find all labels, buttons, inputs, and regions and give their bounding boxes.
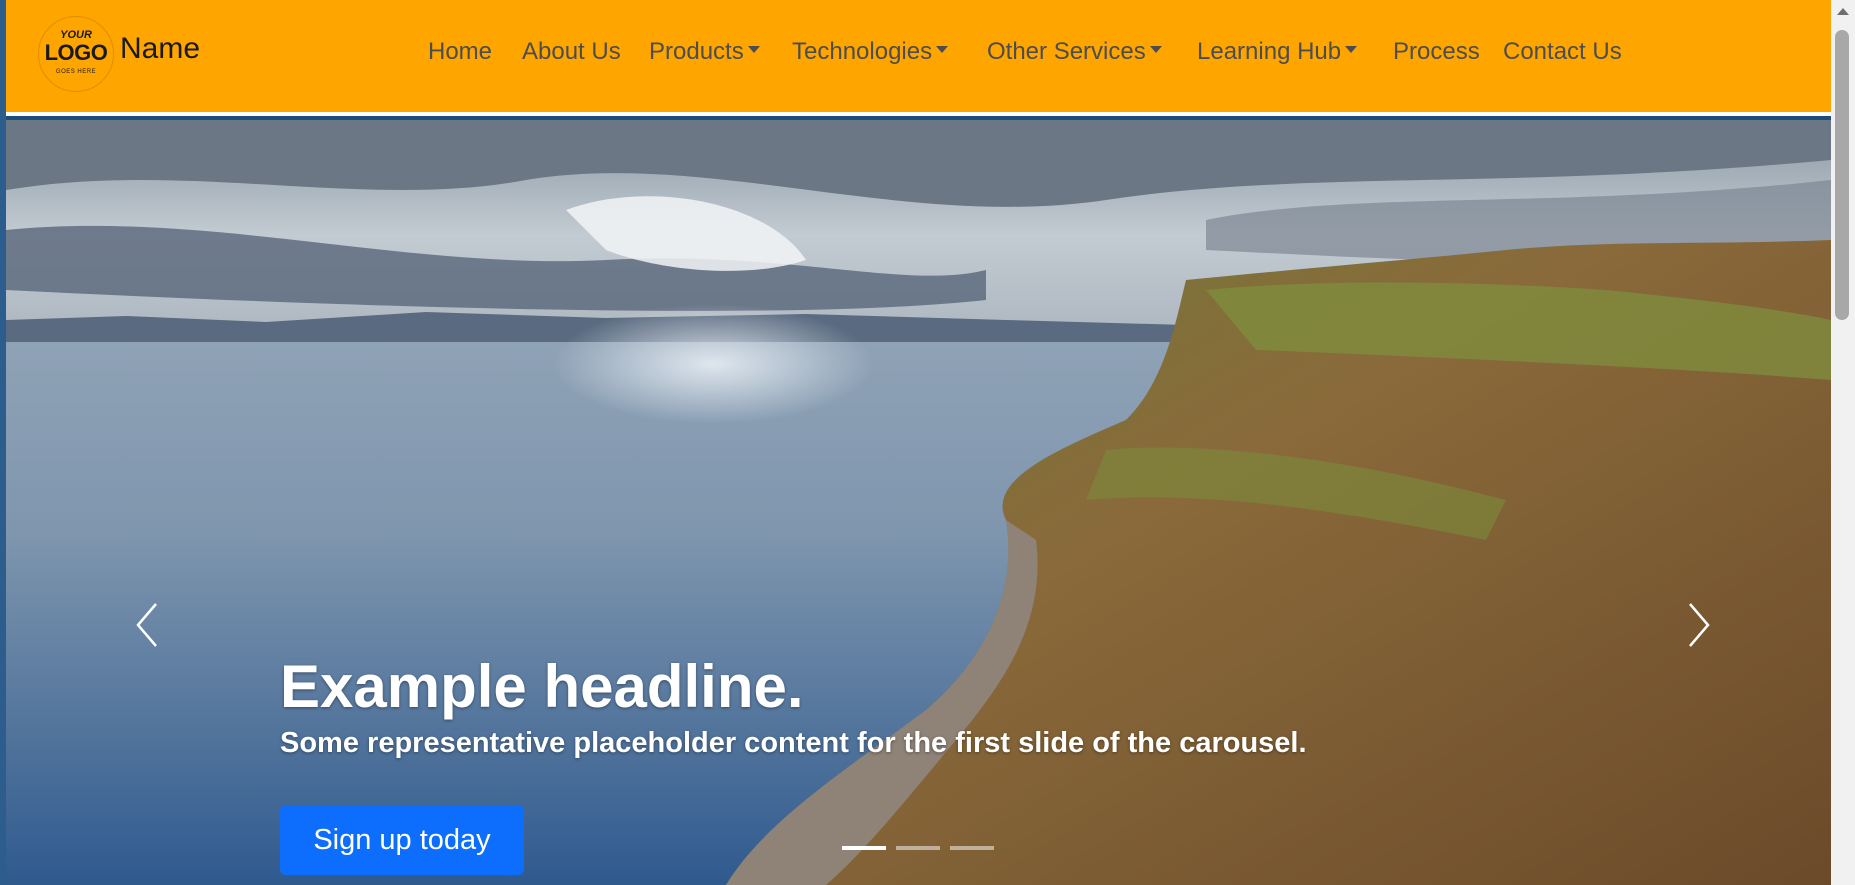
carousel-indicator-3[interactable] [950, 846, 994, 850]
carousel-next-button[interactable] [1678, 600, 1718, 650]
nav-process[interactable]: Process [1393, 38, 1480, 66]
chevron-down-icon [936, 46, 949, 54]
nav-contact-us-label: Contact Us [1503, 38, 1622, 65]
sign-up-button[interactable]: Sign up today [280, 805, 524, 875]
nav-process-label: Process [1393, 38, 1480, 65]
chevron-left-icon [136, 603, 157, 647]
nav-products[interactable]: Products [649, 38, 760, 66]
hero-carousel: Example headline. Some representative pl… [6, 120, 1831, 885]
carousel-caption: Example headline. Some representative pl… [280, 650, 1307, 875]
logo-text-bottom: GOES HERE [55, 69, 97, 75]
logo-text-main: LOGO [44, 40, 108, 65]
chevron-right-icon [1689, 603, 1710, 647]
carousel-subtext: Some representative placeholder content … [280, 727, 1307, 759]
nav-contact-us[interactable]: Contact Us [1503, 38, 1622, 66]
carousel-indicator-1[interactable] [842, 846, 886, 850]
brand-logo[interactable]: YOUR LOGO GOES HERE [38, 16, 114, 92]
page: YOUR LOGO GOES HERE Name Home About Us P… [0, 0, 1855, 885]
nav-other-services-label: Other Services [987, 38, 1146, 65]
nav-learning-hub-label: Learning Hub [1197, 38, 1342, 65]
chevron-down-icon [1149, 46, 1162, 54]
nav-about-us[interactable]: About Us [522, 38, 621, 66]
scrollbar-thumb[interactable] [1835, 30, 1849, 320]
nav-home[interactable]: Home [428, 38, 492, 66]
navbar: YOUR LOGO GOES HERE Name Home About Us P… [6, 0, 1831, 116]
carousel-headline: Example headline. [280, 653, 804, 720]
nav-about-us-label: About Us [522, 38, 621, 65]
chevron-down-icon [747, 46, 760, 54]
nav-home-label: Home [428, 38, 493, 65]
nav-other-services[interactable]: Other Services [987, 38, 1162, 66]
nav-technologies-label: Technologies [792, 38, 933, 65]
nav-products-label: Products [649, 38, 744, 65]
nav-learning-hub[interactable]: Learning Hub [1197, 38, 1358, 66]
carousel-indicator-2[interactable] [896, 846, 940, 850]
chevron-down-icon [1345, 46, 1358, 54]
scroll-up-arrow-icon[interactable] [1837, 8, 1849, 15]
carousel-prev-button[interactable] [128, 600, 168, 650]
nav-technologies[interactable]: Technologies [792, 38, 949, 66]
brand-name-link[interactable]: Name [120, 32, 200, 66]
carousel-slide-image [6, 120, 1831, 885]
